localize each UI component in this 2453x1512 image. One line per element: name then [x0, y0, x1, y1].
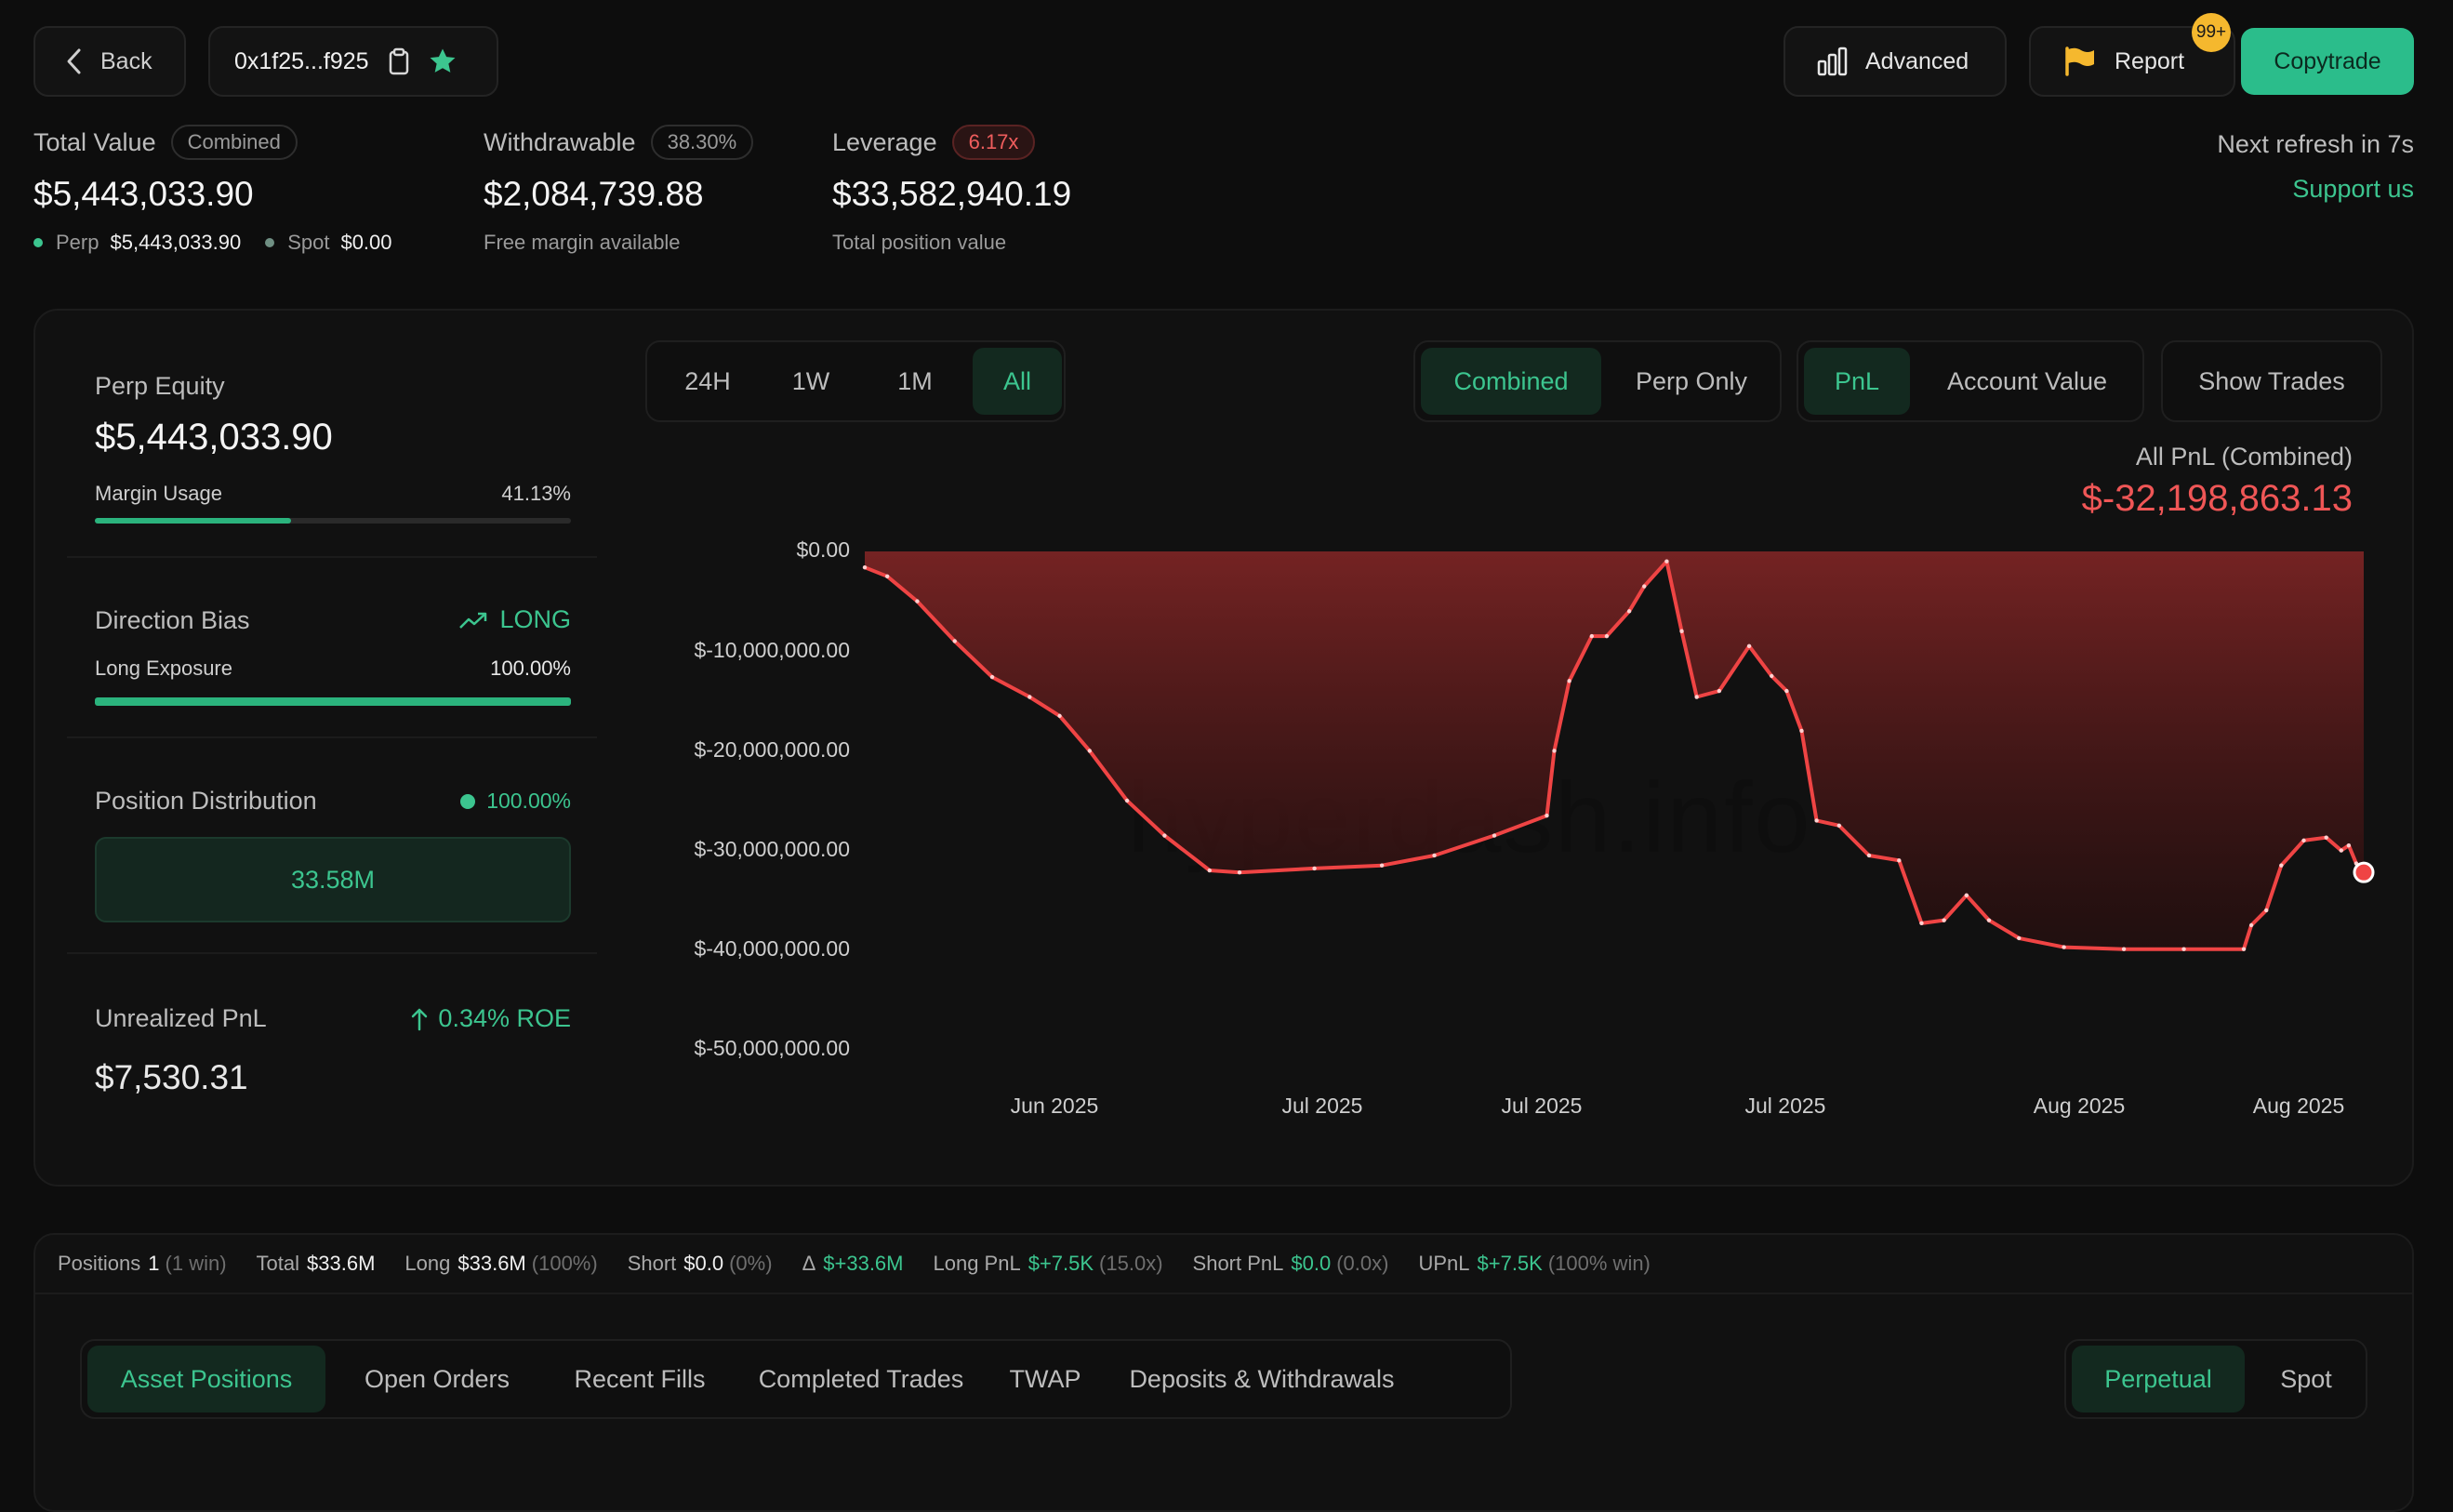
pnl-data-point: [2121, 947, 2127, 951]
divider: [35, 1293, 2412, 1294]
pnl-data-point: [915, 599, 920, 603]
pnl-data-point: [1604, 633, 1610, 639]
tab-twap[interactable]: TWAP: [989, 1346, 1101, 1413]
pnl-data-point: [1694, 695, 1699, 699]
pnl-data-point: [1028, 695, 1032, 699]
pnl-data-point: [1799, 728, 1804, 734]
pnl-data-point: [1942, 918, 1946, 922]
pnl-data-point: [1717, 688, 1722, 694]
tab-deposits-withdrawals[interactable]: Deposits & Withdrawals: [1108, 1346, 1415, 1413]
pnl-data-point: [1770, 673, 1774, 679]
pnl-data-point: [2346, 843, 2352, 848]
pnl-data-point: [1986, 918, 1992, 922]
stat-upnl: UPnL $+7.5K (100% win): [1418, 1252, 1651, 1275]
tab-asset-positions[interactable]: Asset Positions: [87, 1346, 325, 1413]
pnl-data-point: [952, 639, 957, 643]
pnl-data-point: [1057, 713, 1062, 719]
pnl-data-point: [2181, 947, 2186, 951]
positions-tabs: Asset Positions Open Orders Recent Fills…: [80, 1339, 1512, 1419]
pnl-data-point: [1207, 868, 1212, 873]
pnl-data-point: [1379, 863, 1385, 868]
pnl-data-point: [1679, 629, 1684, 633]
pnl-data-point: [1237, 869, 1242, 875]
pnl-data-point: [1124, 798, 1130, 803]
tab-recent-fills[interactable]: Recent Fills: [547, 1346, 733, 1413]
pnl-data-point: [1642, 584, 1647, 589]
pnl-data-point: [2301, 838, 2306, 843]
pnl-data-point: [1552, 749, 1557, 753]
market-type-tabs: Perpetual Spot: [2064, 1339, 2367, 1419]
pnl-data-point: [1814, 818, 1819, 823]
pnl-data-point: [1492, 833, 1497, 838]
pnl-data-point: [1664, 559, 1669, 564]
stat-short: Short $0.0 (0%): [627, 1252, 773, 1275]
pnl-data-point: [1432, 853, 1437, 858]
pnl-data-point: [1897, 858, 1902, 863]
tab-perpetual[interactable]: Perpetual: [2072, 1346, 2245, 1413]
pnl-area-chart[interactable]: [0, 0, 2453, 1209]
pnl-data-point: [2241, 947, 2247, 951]
pnl-last-point-marker[interactable]: [2353, 861, 2375, 883]
stats-bar: Positions 1 (1 win) Total $33.6M Long $33.6M…: [58, 1252, 1680, 1276]
stat-long-pnl: Long PnL $+7.5K (15.0x): [933, 1252, 1163, 1275]
pnl-data-point: [2324, 835, 2328, 840]
pnl-data-point: [989, 674, 995, 680]
pnl-data-point: [1866, 853, 1872, 858]
pnl-data-point: [884, 574, 890, 578]
pnl-data-point: [1545, 813, 1549, 818]
tab-completed-trades[interactable]: Completed Trades: [740, 1346, 982, 1413]
pnl-data-point: [2062, 945, 2066, 949]
tab-open-orders[interactable]: Open Orders: [335, 1346, 539, 1413]
pnl-data-point: [1964, 893, 1969, 898]
pnl-data-point: [1626, 609, 1632, 614]
pnl-data-point: [1567, 679, 1571, 683]
pnl-data-point: [1919, 921, 1924, 926]
pnl-data-point: [1162, 833, 1167, 838]
pnl-data-point: [2279, 863, 2284, 868]
pnl-data-point: [862, 564, 868, 570]
tab-spot[interactable]: Spot: [2252, 1346, 2360, 1413]
stat-positions: Positions 1 (1 win): [58, 1252, 227, 1275]
stat-long: Long $33.6M (100%): [404, 1252, 598, 1275]
pnl-data-point: [1746, 643, 1752, 649]
pnl-data-point: [1312, 866, 1317, 871]
pnl-data-point: [1784, 688, 1789, 694]
pnl-data-point: [1087, 749, 1093, 753]
stat-short-pnl: Short PnL $0.0 (0.0x): [1192, 1252, 1389, 1275]
stat-total: Total $33.6M: [256, 1252, 376, 1275]
pnl-data-point: [2017, 935, 2022, 941]
pnl-data-point: [2264, 908, 2269, 913]
pnl-data-point: [2339, 848, 2344, 853]
pnl-data-point: [2248, 922, 2254, 928]
pnl-data-point: [1836, 823, 1842, 828]
stat-delta: Δ $+33.6M: [802, 1252, 904, 1275]
pnl-data-point: [1589, 633, 1595, 639]
